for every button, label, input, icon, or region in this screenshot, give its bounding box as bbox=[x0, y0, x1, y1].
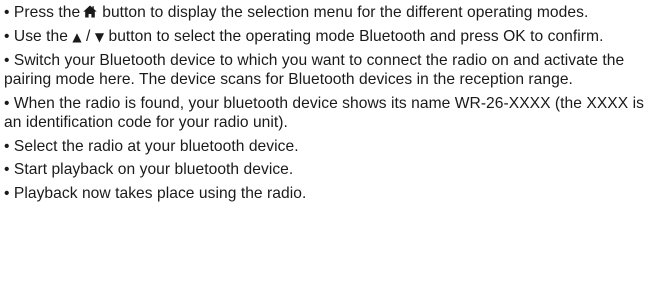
arrow-separator: / bbox=[81, 27, 95, 45]
instruction-item: • Playback now takes place using the rad… bbox=[4, 184, 652, 203]
arrow-up-icon: ▲ bbox=[72, 29, 82, 44]
instruction-text: When the radio is found, your bluetooth … bbox=[4, 94, 644, 132]
instruction-text: button to select the operating mode Blue… bbox=[104, 27, 604, 45]
home-icon bbox=[83, 5, 97, 18]
instruction-item: • Start playback on your bluetooth devic… bbox=[4, 160, 652, 179]
instruction-text: Press the bbox=[9, 4, 81, 21]
instruction-text: Switch your Bluetooth device to which yo… bbox=[4, 52, 625, 89]
instruction-text: Use the bbox=[9, 27, 73, 45]
instruction-item: • Press the button to display the selecti… bbox=[4, 3, 652, 22]
instruction-item: • When the radio is found, your bluetoot… bbox=[4, 94, 652, 132]
instruction-text: Start playback on your bluetooth device. bbox=[9, 161, 294, 179]
instruction-text: Select the radio at your bluetooth devic… bbox=[9, 137, 299, 155]
instruction-text: Playback now takes place using the radio… bbox=[9, 184, 307, 202]
instruction-item: • Use the ▲ / ▼ button to select the ope… bbox=[4, 27, 652, 47]
instruction-item: • Select the radio at your bluetooth dev… bbox=[4, 137, 652, 156]
instruction-text: button to display the selection menu for… bbox=[102, 4, 589, 21]
instruction-item: • Switch your Bluetooth device to which … bbox=[4, 51, 652, 89]
instruction-list: • Press the button to display the selecti… bbox=[4, 3, 652, 203]
arrow-down-icon: ▼ bbox=[94, 29, 105, 44]
